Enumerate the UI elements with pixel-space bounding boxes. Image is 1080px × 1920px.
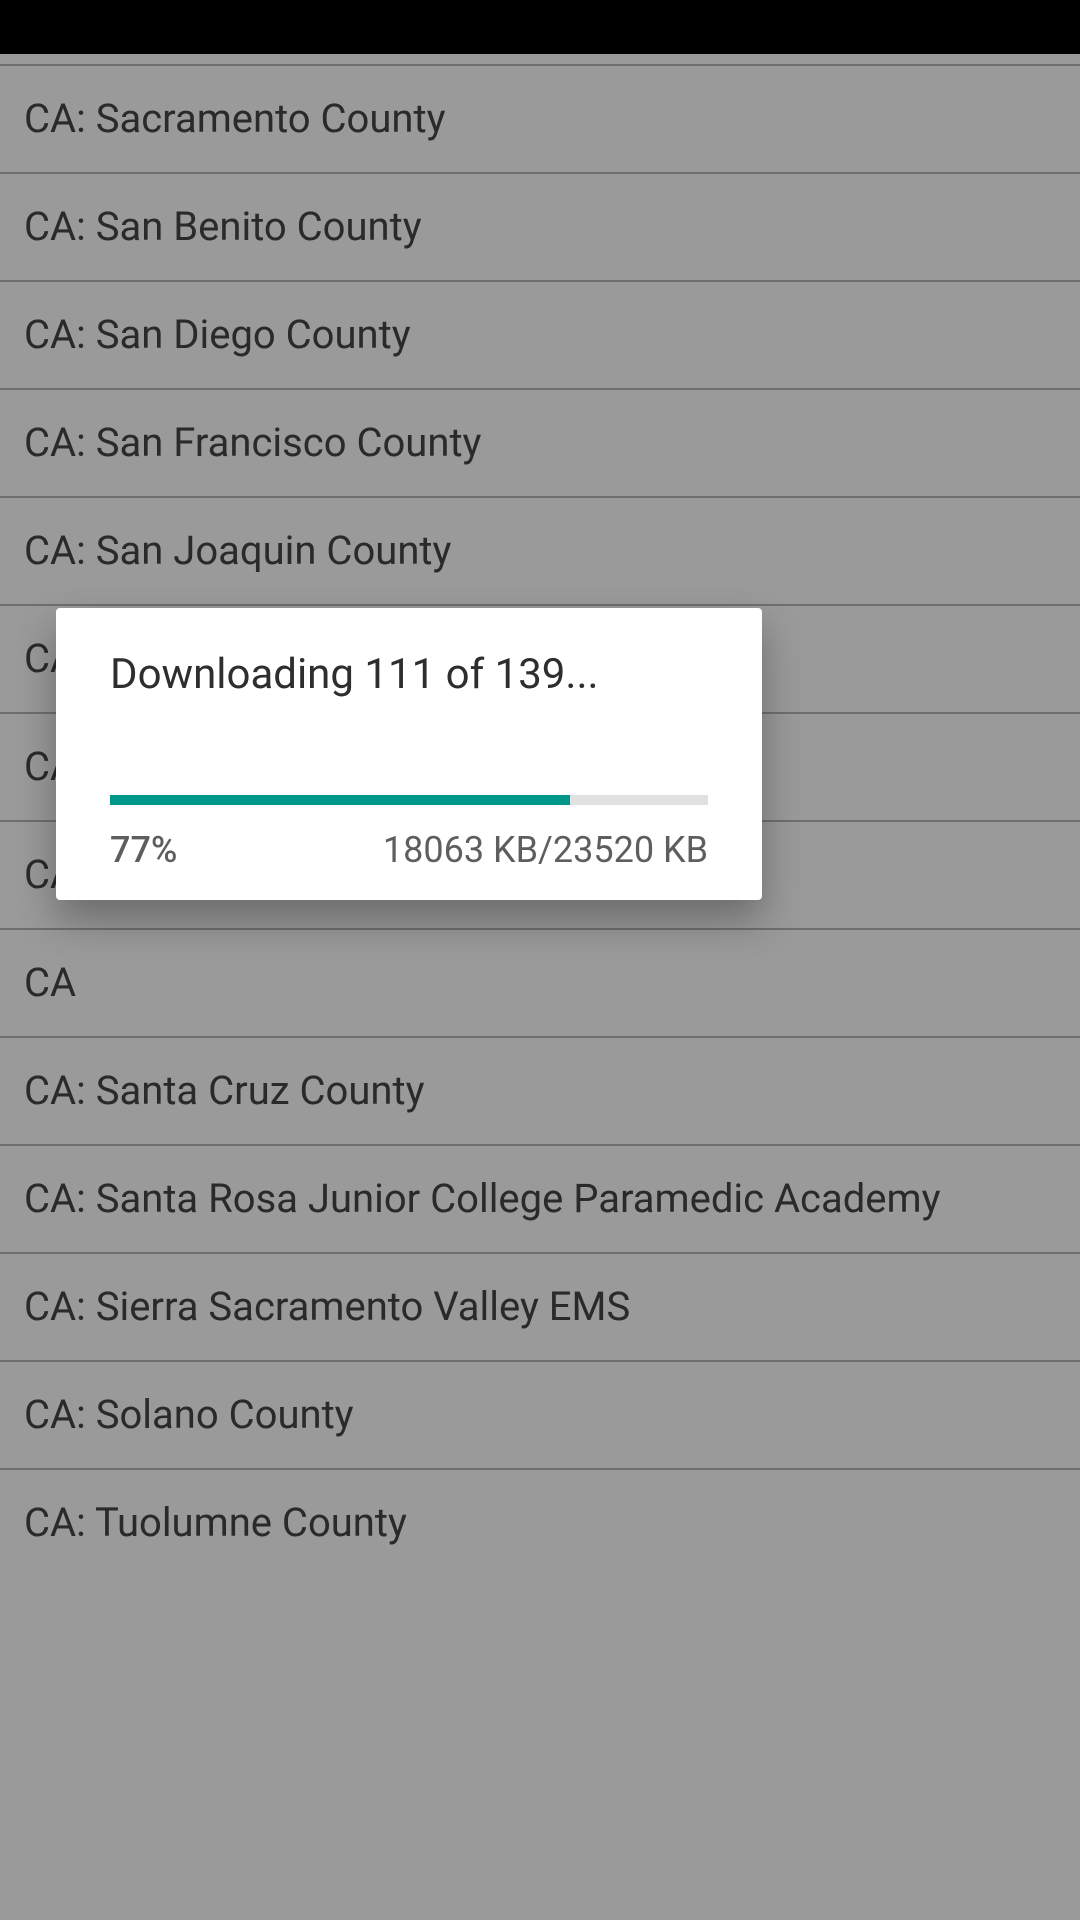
modal-overlay: Downloading 111 of 139... 77% 18063 KB/2… — [0, 0, 1080, 1920]
download-dialog: Downloading 111 of 139... 77% 18063 KB/2… — [56, 608, 762, 900]
progress-percent-label: 77% — [110, 829, 177, 871]
progress-bar — [110, 795, 708, 805]
progress-section: 77% 18063 KB/23520 KB — [110, 795, 708, 871]
progress-info: 77% 18063 KB/23520 KB — [110, 829, 708, 871]
dialog-title: Downloading 111 of 139... — [110, 650, 708, 699]
progress-bar-fill — [110, 795, 570, 805]
progress-size-label: 18063 KB/23520 KB — [383, 829, 708, 871]
